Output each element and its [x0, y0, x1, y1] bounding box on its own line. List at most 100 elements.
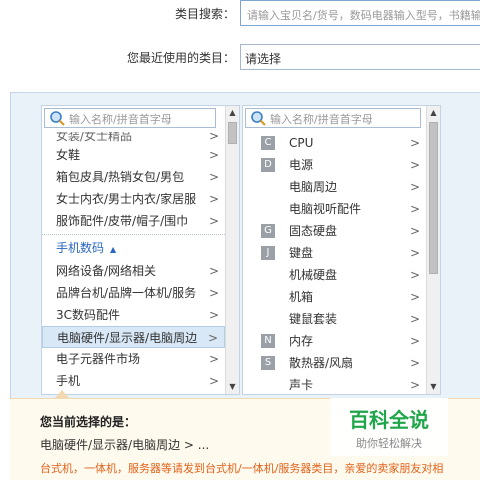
category-column-level2: 输入名称/拼音首字母 C CPU > D 电源 > 电脑周边 > 电脑视听配件 > G 固态硬盘 > J 键…	[242, 105, 441, 395]
chevron-right-icon: >	[208, 214, 219, 228]
scroll-thumb[interactable]	[429, 122, 438, 274]
chevron-right-icon: >	[409, 312, 420, 326]
subcategory-item[interactable]: 机箱 >	[243, 286, 426, 308]
chevron-right-icon: >	[208, 286, 219, 300]
subcategory-item[interactable]: S 散热器/风扇 >	[243, 352, 426, 374]
category-item[interactable]: 女装/女士精品 >	[42, 132, 225, 144]
subcategory-item[interactable]: 电脑视听配件 >	[243, 198, 426, 220]
chevron-right-icon: >	[409, 334, 420, 348]
search-icon	[50, 111, 65, 126]
chevron-right-icon: >	[208, 374, 219, 388]
category-search-input[interactable]: 请输入宝贝名/货号，数码电器输入型号，书籍输入	[240, 0, 480, 26]
watermark-subtitle: 助你轻松解决	[356, 437, 422, 450]
category-warning-text: 台式机，一体机，服务器等请发到台式机/一体机/服务器类目，亲爱的卖家朋友对相	[40, 462, 444, 475]
chevron-right-icon: >	[409, 246, 420, 260]
subcategory-item-label: 键鼠套装	[289, 312, 338, 326]
category-item[interactable]: 电子元器件市场 >	[42, 348, 225, 370]
subcategory-item[interactable]: 电脑周边 >	[243, 176, 426, 198]
level2-category-list: C CPU > D 电源 > 电脑周边 > 电脑视听配件 > G 固态硬盘 > J 键盘 > 机械硬盘 > 机箱 > 键…	[243, 132, 426, 394]
search-icon	[251, 111, 266, 126]
subcategory-item-label: 声卡	[289, 378, 314, 392]
category-item[interactable]: 手机 >	[42, 370, 225, 392]
level1-scrollbar[interactable]: ▲ ▼	[225, 106, 239, 394]
chevron-right-icon: >	[409, 290, 420, 304]
scroll-up-arrow-icon[interactable]: ▲	[427, 106, 440, 120]
subcategory-item-label: 机箱	[289, 290, 314, 304]
level2-scrollbar[interactable]: ▲ ▼	[426, 106, 440, 394]
index-letter-badge: J	[261, 246, 275, 260]
level2-filter-input[interactable]: 输入名称/拼音首字母	[245, 108, 421, 128]
category-item[interactable]: 网络设备/网络相关 >	[42, 260, 225, 282]
category-item-label: 女士内衣/男士内衣/家居服	[56, 192, 197, 206]
category-item-label: 网络设备/网络相关	[56, 264, 157, 278]
chevron-right-icon: >	[208, 308, 219, 322]
chevron-right-icon: >	[409, 202, 420, 216]
subcategory-item[interactable]: N 内存 >	[243, 330, 426, 352]
chevron-right-icon: >	[208, 192, 219, 206]
subcategory-item-label: 散热器/风扇	[289, 356, 354, 370]
subcategory-item[interactable]: 键鼠套装 >	[243, 308, 426, 330]
current-selection-title: 您当前选择的是：	[40, 415, 137, 429]
index-letter-badge: D	[261, 158, 275, 172]
category-item[interactable]: 女士内衣/男士内衣/家居服 >	[42, 188, 225, 210]
scroll-down-arrow-icon[interactable]: ▼	[226, 380, 239, 394]
subcategory-item[interactable]: J 键盘 >	[243, 242, 426, 264]
watermark-title: 百科全说	[349, 408, 429, 432]
chevron-right-icon: >	[409, 268, 420, 282]
category-item-label: 女装/女士精品	[56, 132, 133, 143]
level2-filter-placeholder: 输入名称/拼音首字母	[270, 113, 373, 126]
category-search-row: 类目搜索： 请输入宝贝名/货号，数码电器输入型号，书籍输入	[0, 0, 480, 26]
category-item[interactable]: 箱包皮具/热销女包/男包 >	[42, 166, 225, 188]
chevron-right-icon: >	[208, 132, 219, 143]
chevron-right-icon: >	[208, 170, 219, 184]
level1-filter-input[interactable]: 输入名称/拼音首字母	[44, 108, 216, 128]
category-search-label: 类目搜索：	[174, 7, 235, 21]
chevron-right-icon: >	[409, 136, 420, 150]
recent-category-row: 您最近使用的类目： 请选择	[0, 44, 480, 70]
category-item[interactable]: 女鞋 >	[42, 144, 225, 166]
level1-filter-placeholder: 输入名称/拼音首字母	[69, 113, 172, 126]
index-letter-badge: N	[261, 334, 275, 348]
category-item[interactable]: 3C数码配件 >	[42, 304, 225, 326]
index-letter-badge: C	[261, 136, 275, 150]
chevron-right-icon: >	[208, 264, 219, 278]
category-picker-panel: 输入名称/拼音首字母 女装/女士精品 > 女鞋 > 箱包皮具/热销女包/男包 > 女士内衣/…	[10, 92, 480, 398]
chevron-right-icon: >	[409, 180, 420, 194]
chevron-right-icon: >	[409, 224, 420, 238]
category-item[interactable]: 品牌台机/品牌一体机/服务 >	[42, 282, 225, 304]
caret-up-icon: ▲	[110, 245, 117, 254]
subcategory-item-label: 内存	[289, 334, 314, 348]
subcategory-item[interactable]: 声卡 >	[243, 374, 426, 394]
chevron-right-icon: >	[207, 331, 218, 345]
category-item-label: 3C数码配件	[56, 308, 121, 322]
subcategory-item-label: 键盘	[289, 246, 314, 260]
category-item-label: 品牌台机/品牌一体机/服务	[56, 286, 197, 300]
category-item-label: 女鞋	[56, 148, 81, 162]
subcategory-item-label: 电脑视听配件	[289, 202, 362, 216]
chevron-right-icon: >	[409, 378, 420, 392]
chevron-right-icon: >	[409, 158, 420, 172]
category-item-label: 手机	[56, 374, 81, 388]
scroll-down-arrow-icon[interactable]: ▼	[427, 380, 440, 394]
category-item[interactable]: 服饰配件/皮带/帽子/围巾 >	[42, 210, 225, 232]
scroll-thumb[interactable]	[228, 122, 237, 144]
subcategory-item[interactable]: D 电源 >	[243, 154, 426, 176]
scroll-up-arrow-icon[interactable]: ▲	[226, 106, 239, 120]
category-item-label: 箱包皮具/热销女包/男包	[56, 170, 185, 184]
subcategory-item-label: 电源	[289, 158, 314, 172]
category-group-header[interactable]: 手机数码 ▲	[42, 234, 225, 260]
subcategory-item-label: CPU	[289, 136, 314, 150]
level1-category-list: 女装/女士精品 > 女鞋 > 箱包皮具/热销女包/男包 > 女士内衣/男士内衣/家居服 > 服饰…	[42, 132, 225, 392]
subcategory-item-label: 电脑周边	[289, 180, 338, 194]
category-item-label: 电脑硬件/显示器/电脑周边	[57, 331, 198, 345]
recent-category-label: 您最近使用的类目：	[126, 51, 235, 65]
subcategory-item-label: 机械硬盘	[289, 268, 338, 282]
index-letter-badge: S	[261, 356, 275, 370]
category-item[interactable]: 电脑硬件/显示器/电脑周边 >	[42, 326, 225, 348]
subcategory-item[interactable]: 机械硬盘 >	[243, 264, 426, 286]
category-item-label: 电子元器件市场	[56, 352, 141, 366]
subcategory-item[interactable]: C CPU >	[243, 132, 426, 154]
subcategory-item[interactable]: G 固态硬盘 >	[243, 220, 426, 242]
recent-category-select[interactable]: 请选择	[240, 44, 480, 70]
chevron-right-icon: >	[208, 352, 219, 366]
